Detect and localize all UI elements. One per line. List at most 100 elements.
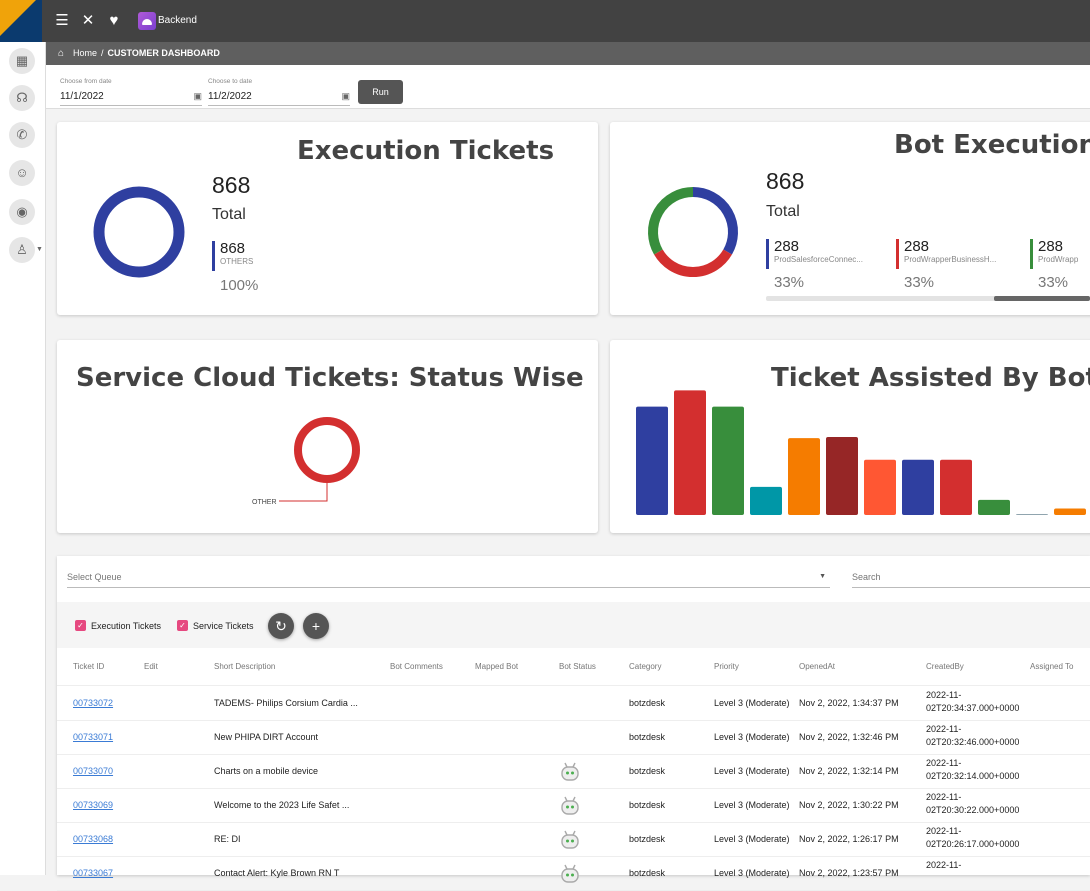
menu-icon[interactable]: ☰	[52, 11, 72, 31]
ticket-id-link[interactable]: 00733069	[73, 800, 113, 810]
ticket-id-link[interactable]: 00733068	[73, 834, 113, 844]
from-date-value[interactable]: 11/1/2022	[60, 91, 104, 102]
checkbox-checked-icon[interactable]: ✓	[177, 620, 188, 631]
table-row[interactable]: 00733068 RE: DI botzdesk Level 3 (Moderate)…	[57, 823, 1090, 857]
column-header[interactable]: Bot Comments	[390, 662, 443, 671]
priority: Level 3 (Moderate)	[714, 698, 790, 708]
chevron-down-icon[interactable]: ▼	[36, 246, 43, 253]
column-header[interactable]: OpenedAt	[799, 662, 835, 671]
bar-5[interactable]	[788, 438, 820, 515]
table-row[interactable]: 00733067 Contact Alert: Kyle Brown RN T bo…	[57, 857, 1090, 891]
created-by-line2: 02T20:32:14.000+0000	[926, 771, 1020, 781]
donut-slice-prodwrapp[interactable]	[648, 187, 694, 255]
priority: Level 3 (Moderate)	[714, 800, 790, 810]
opened-at: Nov 2, 2022, 1:23:57 PM	[799, 868, 899, 878]
headset-icon[interactable]: ☊	[9, 85, 35, 111]
column-header[interactable]: Mapped Bot	[475, 662, 518, 671]
card-title: Bot Execution	[894, 130, 1090, 160]
table-row[interactable]: 00733072 TADEMS- Philips Corsium Cardia .…	[57, 687, 1090, 721]
dashboard-icon[interactable]: ▦	[9, 48, 35, 74]
bar-9[interactable]	[940, 459, 972, 515]
ticket-id-link[interactable]: 00733072	[73, 698, 113, 708]
bar-11[interactable]	[1016, 514, 1048, 515]
column-header[interactable]: Category	[629, 662, 661, 671]
from-date-field[interactable]: Choose from date 11/1/2022 ▣	[60, 78, 202, 106]
legend-item: 868 OTHERS	[212, 240, 253, 271]
ticket-id-link[interactable]: 00733071	[73, 732, 113, 742]
legend-item: 288 ProdWrapperBusinessH...	[896, 238, 997, 269]
bar-2[interactable]	[674, 390, 706, 515]
add-button[interactable]: +	[303, 613, 329, 639]
legend-percent: 33%	[1038, 274, 1069, 291]
company-logo[interactable]	[0, 0, 42, 42]
bar-6[interactable]	[826, 437, 858, 515]
sidebar: ▦ ☊ ✆ ☺ ◉ ♙ ▼	[0, 42, 46, 875]
bot-icon	[559, 795, 581, 817]
bar-7[interactable]	[864, 459, 896, 515]
donut-slice-prodwrapperbusinessh-[interactable]	[654, 249, 732, 277]
column-header[interactable]: Bot Status	[559, 662, 596, 671]
card-title: Service Cloud Tickets: Status Wise	[76, 363, 584, 393]
app-name[interactable]: Backend	[158, 15, 197, 26]
legend-color-bar	[212, 241, 215, 271]
total-label: Total	[766, 203, 800, 220]
short-description: Contact Alert: Kyle Brown RN T	[214, 868, 340, 878]
user-icon[interactable]: ♙	[9, 237, 35, 263]
priority: Level 3 (Moderate)	[714, 732, 790, 742]
checkbox-checked-icon[interactable]: ✓	[75, 620, 86, 631]
table-row[interactable]: 00733070 Charts on a mobile device botzdes…	[57, 755, 1090, 789]
eye-icon[interactable]: ◉	[9, 199, 35, 225]
heart-icon[interactable]: ♥	[104, 11, 124, 31]
run-button[interactable]: Run	[358, 80, 403, 104]
created-by-line1: 2022-11-	[926, 860, 962, 870]
column-header[interactable]: Ticket ID	[73, 662, 104, 671]
opened-at: Nov 2, 2022, 1:32:14 PM	[799, 766, 899, 776]
bar-8[interactable]	[902, 459, 934, 515]
legend-label: ProdWrapperBusinessH...	[904, 255, 997, 264]
short-description: Welcome to the 2023 Life Safet ...	[214, 800, 350, 810]
column-header[interactable]: Edit	[144, 662, 158, 671]
column-header[interactable]: Priority	[714, 662, 739, 671]
category: botzdesk	[629, 800, 666, 810]
column-header[interactable]: Short Description	[214, 662, 275, 671]
scrollbar-thumb[interactable]	[994, 296, 1090, 301]
to-date-field[interactable]: Choose to date 11/2/2022 ▣	[208, 78, 350, 106]
column-header[interactable]: Assigned To	[1030, 662, 1073, 671]
legend-value: 868	[220, 240, 246, 257]
app-icon[interactable]	[138, 12, 156, 30]
search-input[interactable]	[852, 566, 1090, 588]
refresh-button[interactable]: ↻	[268, 613, 294, 639]
bar-1[interactable]	[636, 406, 668, 515]
legend-scrollbar[interactable]	[766, 296, 1090, 301]
callout-line	[279, 483, 328, 502]
bot-icon	[559, 829, 581, 851]
top-bar: ☰ ✕ ♥ Backend	[0, 0, 1090, 42]
breadcrumb-home[interactable]: Home	[73, 48, 97, 58]
voice-user-icon[interactable]: ☺	[9, 160, 35, 186]
calendar-icon[interactable]: ▣	[193, 91, 202, 102]
execution-tickets-card: Execution Tickets 868 Total 868 OTHERS 1…	[57, 122, 598, 315]
ticket-id-link[interactable]: 00733067	[73, 868, 113, 878]
service-tickets-checkbox[interactable]: ✓ Service Tickets	[177, 620, 254, 631]
home-icon[interactable]: ⌂	[58, 42, 68, 65]
created-by-line1: 2022-11-	[926, 724, 962, 734]
bar-3[interactable]	[712, 406, 744, 515]
to-date-value[interactable]: 11/2/2022	[208, 91, 252, 102]
table-row[interactable]: 00733069 Welcome to the 2023 Life Safet .…	[57, 789, 1090, 823]
queue-select[interactable]: Select Queue ▼	[67, 566, 830, 588]
ticket-id-link[interactable]: 00733070	[73, 766, 113, 776]
column-header[interactable]: CreatedBy	[926, 662, 964, 671]
phone-call-icon[interactable]: ✆	[9, 122, 35, 148]
donut-slice-others[interactable]	[93, 186, 185, 278]
calendar-icon[interactable]: ▣	[341, 91, 350, 102]
donut-slice-other[interactable]	[294, 417, 360, 483]
bar-4[interactable]	[750, 486, 782, 515]
chevron-down-icon[interactable]: ▼	[819, 566, 826, 588]
table-row[interactable]: 00733071 New PHIPA DIRT Account botzdesk Le…	[57, 721, 1090, 755]
bar-10[interactable]	[978, 499, 1010, 515]
donut-slice-prodsalesforceconnec-[interactable]	[692, 187, 738, 255]
execution-tickets-checkbox[interactable]: ✓ Execution Tickets	[75, 620, 161, 631]
callout-label: OTHER	[252, 499, 277, 506]
pin-off-icon[interactable]: ✕	[78, 11, 98, 31]
bar-12[interactable]	[1054, 508, 1086, 516]
